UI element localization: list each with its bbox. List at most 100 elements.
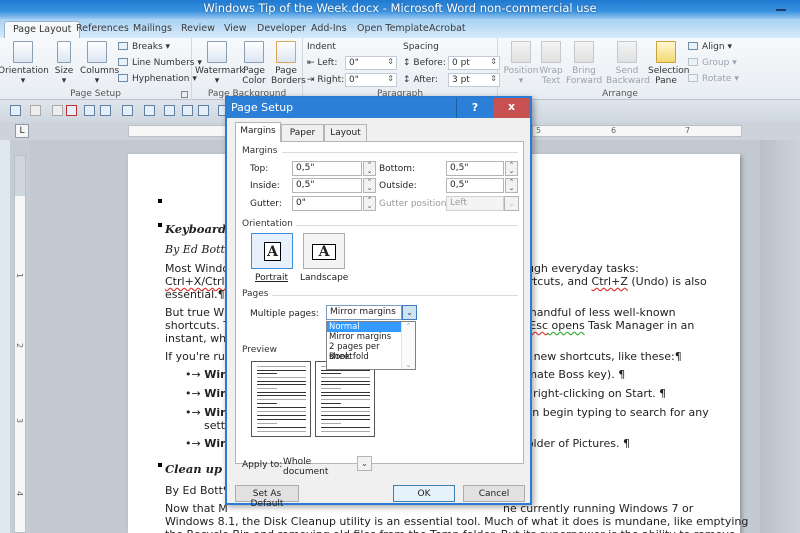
portrait-label[interactable]: Portrait xyxy=(255,273,288,283)
chevron-down-icon[interactable]: ⌄ xyxy=(357,456,372,471)
ruler-number: 5 xyxy=(536,126,542,135)
multiple-pages-dropdown-list: Normal Mirror margins 2 pages per sheet … xyxy=(326,321,416,370)
rotate-button[interactable]: Rotate ▾ xyxy=(688,74,739,84)
spinner-icon[interactable]: ⇕ xyxy=(387,74,394,83)
gutter-label: Gutter: xyxy=(250,199,282,209)
inside-margin-input[interactable]: 0,5" xyxy=(292,178,362,193)
page-color-button[interactable]: Page Color xyxy=(240,41,268,86)
chevron-up-icon[interactable]: ⌃ xyxy=(402,322,415,330)
spelling-icon[interactable] xyxy=(10,105,21,116)
gutter-position-select[interactable]: Left xyxy=(446,196,504,211)
tab-mailings[interactable]: Mailings xyxy=(133,21,172,38)
close-button[interactable]: x xyxy=(493,98,530,118)
apply-to-select[interactable]: Whole document xyxy=(280,456,356,477)
align-button[interactable]: Align ▾ xyxy=(688,42,732,52)
doc-text: the Recycle Bin and removing old files f… xyxy=(165,528,736,533)
group-button[interactable]: Group ▾ xyxy=(688,58,737,68)
indent-left-input[interactable]: 0" ⇕ xyxy=(345,56,397,70)
portrait-button[interactable]: A xyxy=(251,233,293,269)
doc-text: g a handful of less well-known xyxy=(509,306,676,319)
ruler-number: 4 xyxy=(15,490,25,497)
list-item-text: han right-clicking on Start. ¶ xyxy=(509,387,667,400)
bring-forward-button[interactable]: Bring Forward xyxy=(566,41,602,86)
vertical-ruler[interactable]: 1 2 3 4 xyxy=(14,155,26,533)
option-mirror-margins[interactable]: Mirror margins xyxy=(327,332,402,342)
spinner-icon[interactable]: ⇕ xyxy=(490,74,497,83)
set-as-default-button[interactable]: Set As Default xyxy=(235,485,299,509)
redo-icon[interactable] xyxy=(52,105,63,116)
doc-text: shortcuts. T xyxy=(165,319,231,332)
insert-columns-icon[interactable] xyxy=(182,105,193,116)
columns-button[interactable]: Columns ▾ xyxy=(80,41,119,86)
columns-icon xyxy=(87,41,107,63)
ok-button[interactable]: OK xyxy=(393,485,455,502)
minimize-button[interactable] xyxy=(776,3,786,11)
orientation-button[interactable]: Orientation ▾ xyxy=(0,41,49,86)
line-numbers-button[interactable]: Line Numbers ▾ xyxy=(118,58,202,68)
option-normal[interactable]: Normal xyxy=(327,322,402,332)
position-button[interactable]: Position ▾ xyxy=(503,41,539,86)
landscape-button[interactable]: A xyxy=(303,233,345,269)
outside-margin-input[interactable]: 0,5" xyxy=(446,178,504,193)
inside-margin-spinner[interactable]: ⌃ ⌄ xyxy=(363,178,376,193)
table-icon[interactable] xyxy=(144,105,155,116)
tab-selector[interactable]: L xyxy=(15,124,29,138)
byline: By Ed Bott¶ xyxy=(165,484,230,497)
doc-text: Most Windo xyxy=(165,262,230,275)
breaks-button[interactable]: Breaks ▾ xyxy=(118,42,170,52)
ribbon: Orientation ▾ Size ▾ Columns ▾ Breaks ▾ Lin… xyxy=(0,38,800,100)
tab-acrobat[interactable]: Acrobat xyxy=(429,21,466,38)
field-code-icon[interactable] xyxy=(66,105,77,116)
wrap-text-button[interactable]: Wrap Text xyxy=(538,41,564,86)
spacing-after-input[interactable]: 3 pt ⇕ xyxy=(448,73,500,87)
top-margin-spinner[interactable]: ⌃ ⌄ xyxy=(363,161,376,176)
tab-add-ins[interactable]: Add-Ins xyxy=(311,21,347,38)
tab-page-layout[interactable]: Page Layout xyxy=(4,21,81,38)
spinner-icon[interactable]: ⇕ xyxy=(387,57,394,66)
new-document-icon[interactable] xyxy=(84,105,95,116)
watermark-button[interactable]: Watermark ▾ xyxy=(195,41,245,86)
chevron-down-icon[interactable]: ⌄ xyxy=(504,196,519,211)
page-setup-launcher[interactable] xyxy=(181,91,188,98)
horizontal-ruler-right[interactable]: 5 6 7 xyxy=(532,125,742,137)
spinner-icon[interactable]: ⇕ xyxy=(490,57,497,66)
spacing-label: Spacing xyxy=(403,42,439,52)
tab-developer[interactable]: Developer xyxy=(257,21,306,38)
bottom-margin-spinner[interactable]: ⌃ ⌄ xyxy=(505,161,518,176)
cancel-button[interactable]: Cancel xyxy=(463,485,525,502)
tab-margins[interactable]: Margins xyxy=(235,122,281,142)
border-icon[interactable] xyxy=(122,105,133,116)
tab-paper[interactable]: Paper xyxy=(281,124,324,141)
hyphenation-button[interactable]: Hyphenation ▾ xyxy=(118,74,197,84)
page-borders-button[interactable]: Page Borders xyxy=(271,41,306,86)
multiple-pages-select[interactable]: Mirror margins xyxy=(326,305,402,320)
chevron-down-icon[interactable]: ⌄ xyxy=(402,361,415,369)
option-book-fold[interactable]: Book fold xyxy=(327,352,402,362)
tab-view[interactable]: View xyxy=(224,21,247,38)
tab-open-template[interactable]: Open Template xyxy=(357,21,429,38)
top-margin-input[interactable]: 0,5" xyxy=(292,161,362,176)
gutter-input[interactable]: 0" xyxy=(292,196,362,211)
gutter-spinner[interactable]: ⌃ ⌄ xyxy=(363,196,376,211)
indent-right-input[interactable]: 0" ⇕ xyxy=(345,73,397,87)
tab-review[interactable]: Review xyxy=(181,21,215,38)
option-2-pages-per-sheet[interactable]: 2 pages per sheet xyxy=(327,342,402,362)
undo-icon[interactable] xyxy=(30,105,41,116)
spacing-before-input[interactable]: 0 pt ⇕ xyxy=(448,56,500,70)
help-button[interactable]: ? xyxy=(456,98,493,118)
landscape-label[interactable]: Landscape xyxy=(300,273,348,283)
tab-layout[interactable]: Layout xyxy=(324,124,367,141)
window-title: Windows Tip of the Week.docx - Microsoft… xyxy=(203,1,597,15)
chevron-down-icon[interactable]: ⌄ xyxy=(402,305,417,320)
horizontal-ruler[interactable] xyxy=(128,125,240,137)
outside-margin-spinner[interactable]: ⌃ ⌄ xyxy=(505,178,518,193)
send-backward-button[interactable]: Send Backward xyxy=(606,41,650,86)
dropdown-scrollbar[interactable]: ⌃ ⌄ xyxy=(401,322,415,369)
bottom-margin-input[interactable]: 0,5" xyxy=(446,161,504,176)
insert-rows-icon[interactable] xyxy=(164,105,175,116)
tab-references[interactable]: References xyxy=(76,21,129,38)
size-button[interactable]: Size ▾ xyxy=(53,41,75,86)
selection-pane-button[interactable]: Selection Pane xyxy=(648,41,689,86)
outline-icon[interactable] xyxy=(100,105,111,116)
merge-cells-icon[interactable] xyxy=(198,105,209,116)
